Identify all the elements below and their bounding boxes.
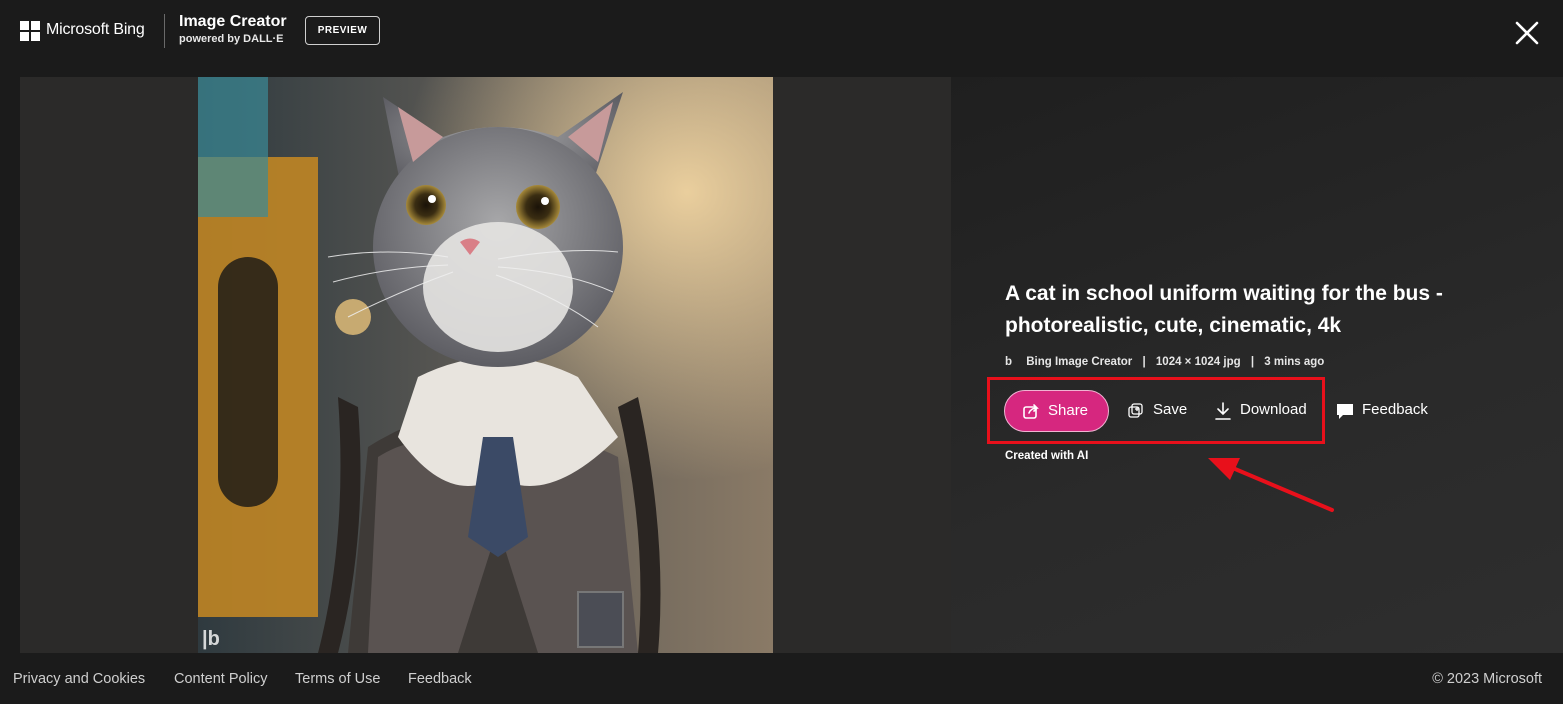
share-button[interactable]: Share	[1004, 390, 1109, 432]
annotation-arrow-icon	[1208, 458, 1334, 512]
footer-link-content-policy[interactable]: Content Policy	[174, 671, 268, 687]
download-label: Download	[1240, 401, 1307, 418]
feedback-label: Feedback	[1362, 401, 1428, 418]
footer-link-feedback[interactable]: Feedback	[408, 671, 472, 687]
image-metadata: b Bing Image Creator | 1024 × 1024 jpg |…	[1005, 356, 1324, 368]
brand-name[interactable]: Microsoft Bing	[46, 21, 145, 39]
share-label: Share	[1048, 402, 1089, 419]
save-button[interactable]: Save	[1127, 390, 1193, 432]
close-button[interactable]	[1512, 18, 1542, 48]
preview-badge: PREVIEW	[305, 16, 380, 45]
download-icon	[1215, 402, 1231, 420]
meta-separator: |	[1250, 356, 1255, 368]
header: Microsoft Bing Image Creator powered by …	[0, 0, 1563, 64]
feedback-button[interactable]: Feedback	[1336, 390, 1436, 432]
footer-link-terms[interactable]: Terms of Use	[295, 671, 380, 687]
header-divider	[164, 14, 165, 48]
download-button[interactable]: Download	[1214, 390, 1314, 432]
prompt-title: A cat in school uniform waiting for the …	[1005, 282, 1443, 337]
microsoft-logo-icon	[20, 21, 40, 41]
source-label: Bing Image Creator	[1026, 356, 1133, 368]
close-icon	[1515, 21, 1539, 45]
save-label: Save	[1153, 401, 1188, 418]
generated-image[interactable]: |b	[198, 77, 773, 653]
dimensions-label: 1024 × 1024 jpg	[1155, 356, 1241, 368]
product-subtitle: powered by DALL·E	[179, 33, 284, 45]
share-icon	[1023, 404, 1039, 419]
footer-link-privacy[interactable]: Privacy and Cookies	[13, 671, 145, 687]
footer: Privacy and Cookies Content Policy Terms…	[0, 653, 1563, 704]
time-label: 3 mins ago	[1264, 356, 1325, 368]
bing-icon: b	[1005, 356, 1013, 368]
copyright: © 2023 Microsoft	[1432, 671, 1542, 687]
bing-logo-icon: |b	[202, 628, 220, 650]
feedback-icon	[1337, 404, 1353, 419]
image-frame: |b	[20, 77, 951, 653]
meta-separator: |	[1142, 356, 1146, 368]
created-with-ai-label: Created with AI	[1005, 450, 1089, 462]
save-collection-icon	[1128, 403, 1143, 418]
product-title[interactable]: Image Creator	[179, 13, 287, 31]
